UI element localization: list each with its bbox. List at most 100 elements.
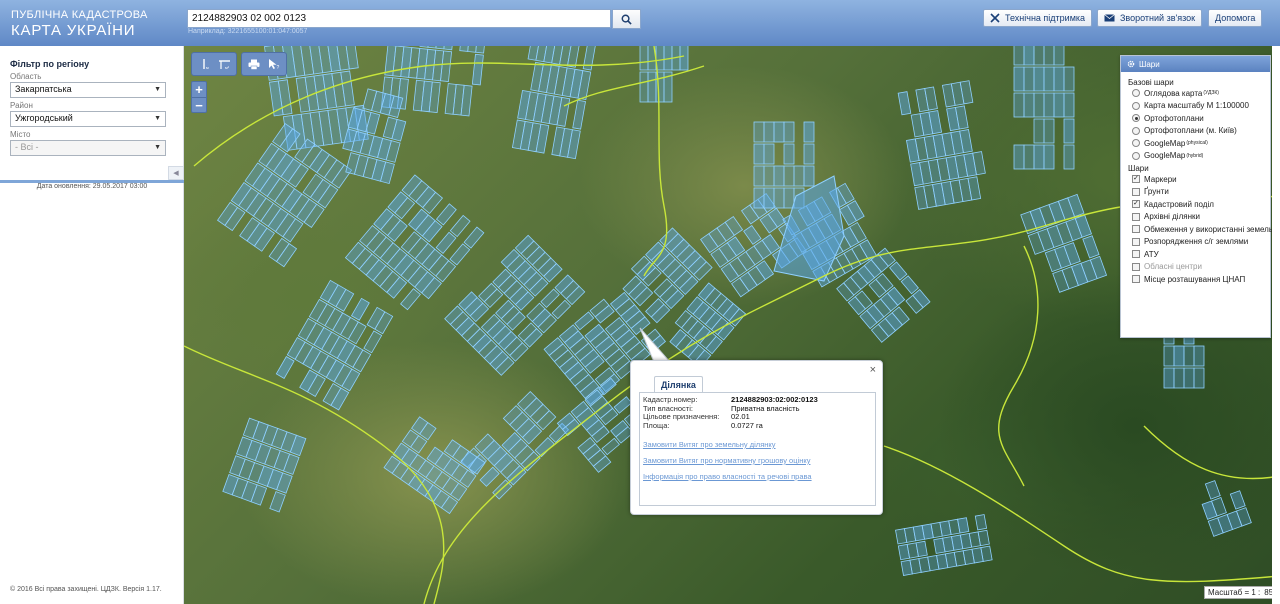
chevron-down-icon: ▼ <box>154 115 161 122</box>
checkbox[interactable] <box>1132 250 1140 259</box>
base-layer-label: Карта масштабу М 1:100000 <box>1144 101 1249 111</box>
radio-button[interactable] <box>1132 89 1140 98</box>
city-label: Місто <box>10 130 31 139</box>
overlay-layer-option[interactable]: Ґрунти <box>1121 186 1270 199</box>
tools-icon <box>990 13 1000 23</box>
layers-header[interactable]: Шари <box>1121 56 1270 72</box>
radio-button[interactable] <box>1132 139 1140 148</box>
overlay-layer-option[interactable]: АТУ <box>1121 248 1270 261</box>
overlay-layer-option[interactable]: Обласні центри <box>1121 261 1270 274</box>
region-select[interactable]: Закарпатська ▼ <box>10 82 166 98</box>
header: ПУБЛІЧНА КАДАСТРОВА КАРТА УКРАЇНИ Наприк… <box>0 0 1280 46</box>
chevron-down-icon: ▼ <box>154 144 161 151</box>
measure-distance-button[interactable]: м <box>193 54 214 74</box>
base-layer-option[interactable]: GoogleMap (physical) <box>1121 137 1270 150</box>
checkbox[interactable] <box>1132 187 1140 196</box>
base-layer-label: Оглядова карта <box>1144 88 1203 98</box>
info-key: Площа: <box>643 420 670 430</box>
overlay-layer-option[interactable]: ✓ Маркери <box>1121 173 1270 186</box>
printer-icon <box>248 59 259 70</box>
map-toolbar: м м² ? <box>191 52 287 76</box>
zoom-control: + − <box>191 81 207 113</box>
identify-button[interactable]: ? <box>264 54 285 74</box>
search-input[interactable] <box>187 9 611 28</box>
support-button[interactable]: Технічна підтримка <box>983 9 1093 27</box>
order-link[interactable]: Замовити Витяг про земельну ділянку <box>643 440 872 449</box>
search-button[interactable] <box>612 9 641 29</box>
chevron-down-icon: ▼ <box>154 86 161 93</box>
sidebar: Фільтр по регіону Область Закарпатська ▼… <box>0 46 184 604</box>
overlay-layer-option[interactable]: Місце розташування ЦНАП <box>1121 273 1270 286</box>
overlay-layer-label: Обласні центри <box>1144 262 1202 272</box>
radio-button[interactable] <box>1132 101 1140 110</box>
zoom-in-button[interactable]: + <box>192 82 206 97</box>
svg-text:м²: м² <box>225 65 230 70</box>
base-layer-option[interactable]: Ортофотоплани (м. Київ) <box>1121 125 1270 138</box>
envelope-icon <box>1104 14 1115 22</box>
page-scrollbar[interactable] <box>1272 46 1280 604</box>
base-layer-option[interactable]: Карта масштабу М 1:100000 <box>1121 100 1270 113</box>
base-layer-option[interactable]: Оглядова карта (УДЗК) <box>1121 87 1270 100</box>
site-logo[interactable]: ПУБЛІЧНА КАДАСТРОВА КАРТА УКРАЇНИ <box>11 9 148 39</box>
base-layer-option[interactable]: GoogleMap (hybrid) <box>1121 150 1270 163</box>
overlay-layer-option[interactable]: Архівні ділянки <box>1121 211 1270 224</box>
scale-label: Масштаб = 1 : <box>1208 588 1261 597</box>
close-icon[interactable]: × <box>870 364 876 376</box>
search-hint: Наприклад: 3221655100:01:047:0057 <box>188 28 308 35</box>
tab-parcel[interactable]: Ділянка <box>654 376 703 393</box>
update-date: Дата оновлення: 29.05.2017 03:00 <box>36 183 148 190</box>
print-button[interactable] <box>243 54 264 74</box>
cadastral-parcels-layer <box>184 46 1280 604</box>
checkbox[interactable] <box>1132 237 1140 246</box>
checkbox[interactable] <box>1132 225 1140 234</box>
pointer-question-icon: ? <box>269 59 280 70</box>
base-layer-option[interactable]: Ортофотоплани <box>1121 112 1270 125</box>
base-layer-label: GoogleMap <box>1144 138 1186 148</box>
base-layer-label: Ортофотоплани (м. Київ) <box>1144 126 1237 136</box>
district-select[interactable]: Ужгородський ▼ <box>10 111 166 127</box>
sidebar-collapse-button[interactable]: ◀ <box>168 166 184 180</box>
gear-icon <box>1127 60 1135 68</box>
overlay-layer-label: Розпорядження с/г землями <box>1144 237 1249 247</box>
ruler-icon: м <box>202 59 209 70</box>
measure-tools: м м² <box>191 52 237 76</box>
measure-area-button[interactable]: м² <box>214 54 235 74</box>
base-layer-sup: (hybrid) <box>1186 152 1204 159</box>
base-layer-label: GoogleMap <box>1144 151 1186 161</box>
checkbox[interactable]: ✓ <box>1132 175 1140 184</box>
base-layer-sup: (УДЗК) <box>1203 90 1219 97</box>
overlay-layer-label: Архівні ділянки <box>1144 212 1200 222</box>
svg-text:?: ? <box>277 65 280 70</box>
base-layers-title: Базові шари <box>1128 78 1174 87</box>
feedback-button[interactable]: Зворотний зв'язок <box>1097 9 1203 27</box>
checkbox[interactable] <box>1132 262 1140 271</box>
radio-button[interactable] <box>1132 114 1140 123</box>
parcel-info-popup: × Ділянка Кадастр.номер: 2124882903:02:00… <box>630 360 883 515</box>
checkbox[interactable] <box>1132 212 1140 221</box>
district-select-value: Ужгородський <box>15 113 73 123</box>
overlay-layer-label: АТУ <box>1144 249 1159 259</box>
parcel-info-links: Замовити Витяг про земельну ділянку Замов… <box>643 440 872 481</box>
help-button[interactable]: Допомога <box>1208 9 1263 27</box>
overlay-layer-option[interactable]: ✓ Кадастровий поділ <box>1121 198 1270 211</box>
layers-title: Шари <box>1139 59 1160 69</box>
overlay-layer-option[interactable]: Обмеження у використанні земель <box>1121 223 1273 236</box>
city-select[interactable]: - Всі - ▼ <box>10 140 166 156</box>
logo-top-text: ПУБЛІЧНА КАДАСТРОВА <box>11 9 148 21</box>
order-link[interactable]: Замовити Витяг про нормативну грошову оц… <box>643 456 872 465</box>
checkbox[interactable] <box>1132 275 1140 284</box>
extra-tools: ? <box>241 52 287 76</box>
map-view[interactable]: м м² ? + − Шари Базові шари Оглядова кар… <box>184 46 1280 604</box>
base-layers-list: Оглядова карта (УДЗК) Карта масштабу М 1:1… <box>1121 87 1270 162</box>
overlay-layer-option[interactable]: Розпорядження с/г землями <box>1121 236 1270 249</box>
checkbox[interactable]: ✓ <box>1132 200 1140 209</box>
order-link[interactable]: Інформація про право власності та речові… <box>643 472 872 481</box>
area-icon: м² <box>218 60 230 70</box>
copyright: © 2016 Всі права захищені. ЦДЗК. Версія … <box>10 586 162 593</box>
parcel-info-rows: Кадастр.номер: 2124882903:02:002:0123 Тип … <box>643 395 872 430</box>
radio-button[interactable] <box>1132 151 1140 160</box>
feedback-label: Зворотний зв'язок <box>1120 13 1196 23</box>
radio-button[interactable] <box>1132 126 1140 135</box>
zoom-out-button[interactable]: − <box>192 97 206 113</box>
parcel-info-body: Кадастр.номер: 2124882903:02:002:0123 Тип … <box>639 392 876 506</box>
